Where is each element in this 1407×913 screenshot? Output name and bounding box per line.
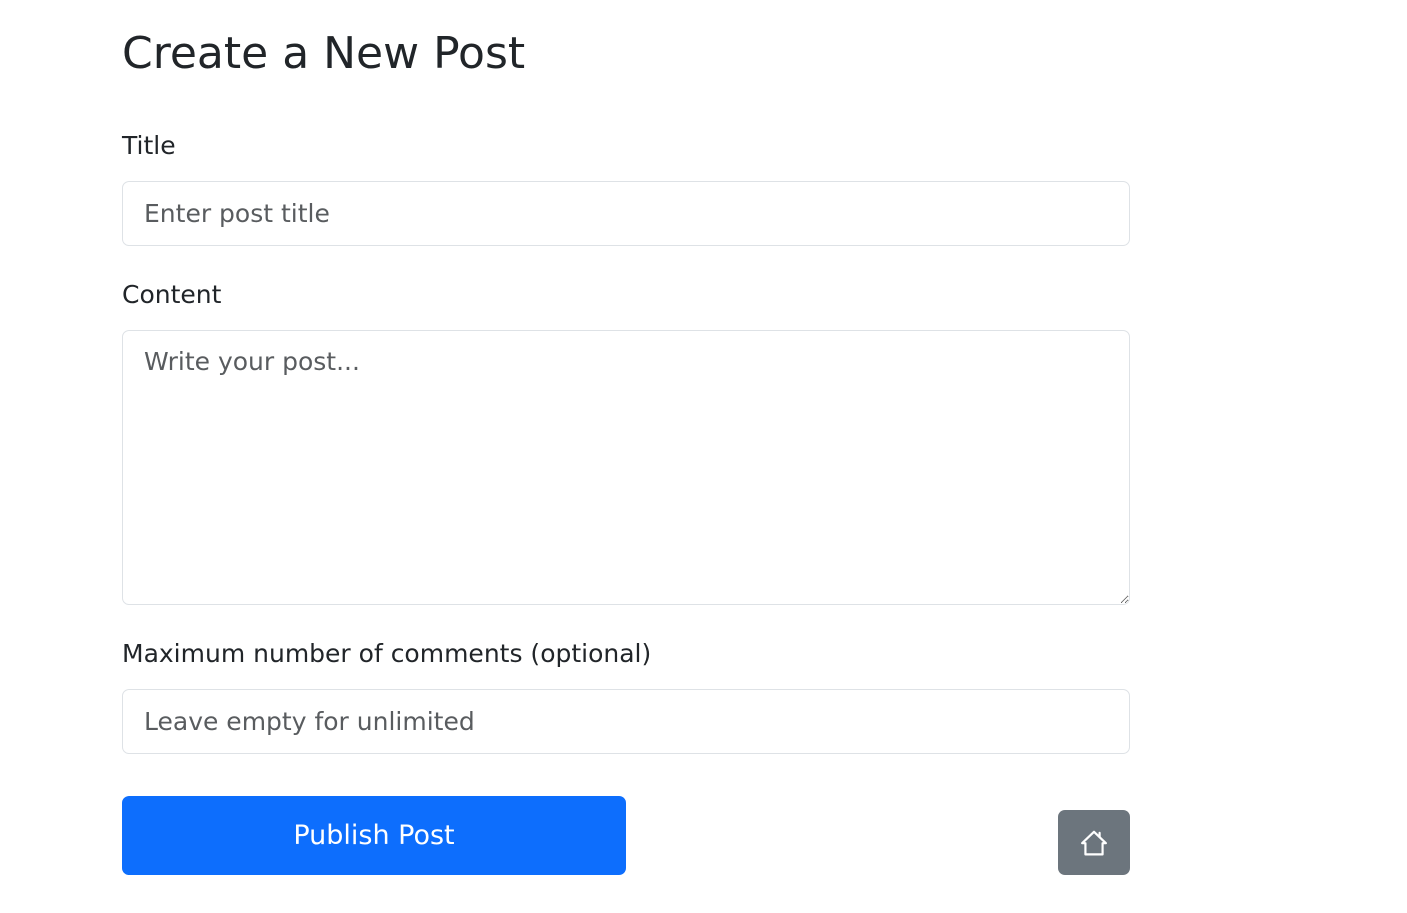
title-label: Title	[122, 131, 176, 160]
content-textarea[interactable]	[122, 330, 1130, 605]
content-label: Content	[122, 280, 222, 309]
max-comments-label: Maximum number of comments (optional)	[122, 639, 652, 668]
create-post-page: Create a New Post Title Content Maximum …	[0, 0, 1407, 913]
title-input[interactable]	[122, 181, 1130, 246]
home-button[interactable]	[1058, 810, 1130, 875]
house-icon	[1081, 830, 1107, 855]
max-comments-input[interactable]	[122, 689, 1130, 754]
page-title: Create a New Post	[122, 28, 526, 79]
publish-post-button[interactable]: Publish Post	[122, 796, 626, 875]
